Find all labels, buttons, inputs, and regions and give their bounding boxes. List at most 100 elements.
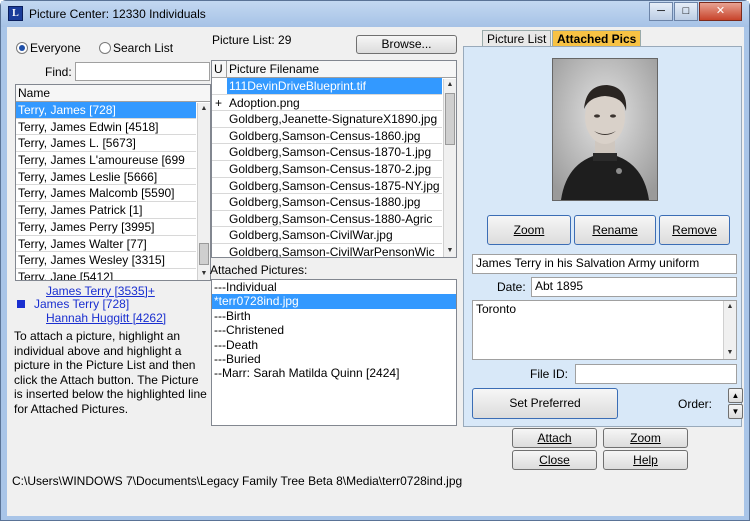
status-path: C:\Users\WINDOWS 7\Documents\Legacy Fami… xyxy=(12,474,463,488)
list-item[interactable]: Terry, James Patrick [1] xyxy=(16,202,196,219)
filename-cell: Goldberg,Samson-Census-1860.jpg xyxy=(229,128,421,143)
table-row[interactable]: Goldberg,Samson-Census-1880-Agric xyxy=(212,211,442,228)
title-bar: L Picture Center: 12330 Individuals ─ □ … xyxy=(1,1,749,27)
list-item[interactable]: ---Death xyxy=(212,338,456,352)
u-cell: + xyxy=(215,95,223,110)
browse-button[interactable]: Browse... xyxy=(356,35,457,54)
table-row[interactable]: Goldberg,Samson-CivilWarPensonWic xyxy=(212,244,442,257)
everyone-radio-label[interactable]: Everyone xyxy=(30,41,81,55)
filename-cell: Goldberg,Samson-Census-1870-1.jpg xyxy=(229,145,432,160)
file-id-label: File ID: xyxy=(530,367,569,381)
table-row[interactable]: + Adoption.png xyxy=(212,95,442,112)
individual-link[interactable]: James Terry [728] xyxy=(34,297,129,311)
window-title: Picture Center: 12330 Individuals xyxy=(29,7,206,21)
description-scrollbar[interactable]: ▲ ▼ xyxy=(723,301,736,359)
u-cell xyxy=(212,211,227,227)
u-column-header[interactable]: U xyxy=(212,61,227,77)
tab-attached-pics[interactable]: Attached Pics xyxy=(552,30,642,47)
close-button[interactable]: Close xyxy=(512,450,597,470)
table-row[interactable]: Goldberg,Samson-Census-1880.jpg xyxy=(212,194,442,211)
description-field[interactable]: Toronto ▲ ▼ xyxy=(472,300,737,360)
close-window-button[interactable]: ✕ xyxy=(699,2,742,21)
name-list[interactable]: Name Terry, James [728] Terry, James Edw… xyxy=(15,84,211,281)
list-item[interactable]: Terry, James Perry [3995] xyxy=(16,219,196,236)
set-preferred-button[interactable]: Set Preferred xyxy=(472,388,618,419)
u-cell xyxy=(212,194,227,210)
find-label: Find: xyxy=(45,65,72,79)
mother-link[interactable]: Hannah Huggitt [4262] xyxy=(46,311,166,325)
picture-list-header: U Picture Filename xyxy=(212,61,456,78)
tab-picture-list[interactable]: Picture List xyxy=(482,30,552,47)
u-cell xyxy=(212,244,227,257)
list-item[interactable]: Terry, James Walter [77] xyxy=(16,236,196,253)
name-list-scrollbar[interactable]: ▲ ▼ xyxy=(197,103,210,280)
order-label: Order: xyxy=(678,397,713,411)
scroll-up-icon[interactable]: ▲ xyxy=(444,79,456,91)
list-item[interactable]: Terry, James Edwin [4518] xyxy=(16,119,196,136)
filename-column-header[interactable]: Picture Filename xyxy=(227,61,319,77)
list-item[interactable]: Terry, Jane [5412] xyxy=(16,269,196,280)
everyone-radio[interactable] xyxy=(16,42,28,54)
attached-pictures-list[interactable]: ---Individual *terr0728ind.jpg ---Birth … xyxy=(211,279,457,426)
filename-cell: 111DevinDriveBlueprint.tif xyxy=(227,78,442,94)
order-down-icon[interactable]: ▼ xyxy=(728,404,743,419)
rename-button[interactable]: Rename xyxy=(574,215,656,245)
portrait-image xyxy=(553,59,657,200)
table-row[interactable]: Goldberg,Samson-Census-1860.jpg xyxy=(212,128,442,145)
scroll-down-icon[interactable]: ▼ xyxy=(444,245,456,257)
u-cell xyxy=(212,178,227,194)
list-item[interactable]: --Marr: Sarah Matilda Quinn [2424] xyxy=(212,366,456,380)
picture-list-count: Picture List: 29 xyxy=(212,33,292,47)
filename-cell: Goldberg,Samson-Census-1875-NY.jpg xyxy=(229,178,440,193)
filename-cell: Goldberg,Jeanette-SignatureX1890.jpg xyxy=(229,112,438,127)
scroll-thumb[interactable] xyxy=(445,93,455,145)
table-row[interactable]: 111DevinDriveBlueprint.tif xyxy=(212,78,442,95)
list-item[interactable]: ---Individual xyxy=(212,280,456,294)
list-item[interactable]: ---Birth xyxy=(212,309,456,323)
scroll-thumb[interactable] xyxy=(199,243,209,265)
date-field[interactable]: Abt 1895 xyxy=(531,277,737,297)
table-row[interactable]: Goldberg,Jeanette-SignatureX1890.jpg xyxy=(212,111,442,128)
table-row[interactable]: Goldberg,Samson-CivilWar.jpg xyxy=(212,227,442,244)
picture-file-list[interactable]: U Picture Filename 111DevinDriveBlueprin… xyxy=(211,60,457,258)
scroll-down-icon[interactable]: ▼ xyxy=(724,347,736,359)
scroll-up-icon[interactable]: ▲ xyxy=(198,103,210,115)
scroll-down-icon[interactable]: ▼ xyxy=(198,268,210,280)
search-list-radio[interactable] xyxy=(99,42,111,54)
list-item[interactable]: ---Christened xyxy=(212,323,456,337)
maximize-button[interactable]: □ xyxy=(674,2,698,21)
find-input[interactable] xyxy=(75,62,210,81)
attach-button[interactable]: Attach xyxy=(512,428,597,448)
app-icon: L xyxy=(8,6,23,21)
list-item[interactable]: *terr0728ind.jpg xyxy=(212,294,456,309)
list-item[interactable]: Terry, James L'amoureuse [699 xyxy=(16,152,196,169)
list-item[interactable]: Terry, James Leslie [5666] xyxy=(16,169,196,186)
search-list-radio-label[interactable]: Search List xyxy=(113,41,173,55)
zoom-button[interactable]: Zoom xyxy=(603,428,688,448)
help-button[interactable]: Help xyxy=(603,450,688,470)
list-item[interactable]: Terry, James Malcomb [5590] xyxy=(16,185,196,203)
order-up-icon[interactable]: ▲ xyxy=(728,388,743,403)
remove-button[interactable]: Remove xyxy=(659,215,730,245)
list-item[interactable]: Terry, James L. [5673] xyxy=(16,135,196,153)
caption-field[interactable]: James Terry in his Salvation Army unifor… xyxy=(472,254,737,274)
minimize-button[interactable]: ─ xyxy=(649,2,673,21)
table-row[interactable]: Goldberg,Samson-Census-1870-2.jpg xyxy=(212,161,442,178)
picture-list-scrollbar[interactable]: ▲ ▼ xyxy=(443,79,456,257)
u-cell xyxy=(212,128,227,144)
scroll-up-icon[interactable]: ▲ xyxy=(724,301,736,313)
u-cell xyxy=(212,227,227,243)
file-id-field[interactable] xyxy=(575,364,737,384)
father-link[interactable]: James Terry [3535]+ xyxy=(46,284,155,298)
picture-center-window: L Picture Center: 12330 Individuals ─ □ … xyxy=(0,0,750,521)
list-item[interactable]: ---Buried xyxy=(212,352,456,366)
table-row[interactable]: Goldberg,Samson-Census-1875-NY.jpg xyxy=(212,178,442,195)
filename-cell: Goldberg,Samson-Census-1880.jpg xyxy=(229,195,421,210)
list-item[interactable]: Terry, James [728] xyxy=(16,102,196,119)
picture-list-rows: 111DevinDriveBlueprint.tif + Adoption.png G… xyxy=(212,78,456,257)
list-item[interactable]: Terry, James Wesley [3315] xyxy=(16,252,196,269)
u-cell xyxy=(212,161,227,177)
name-column-header[interactable]: Name xyxy=(16,85,210,102)
zoom-picture-button[interactable]: Zoom xyxy=(487,215,571,245)
table-row[interactable]: Goldberg,Samson-Census-1870-1.jpg xyxy=(212,144,442,161)
